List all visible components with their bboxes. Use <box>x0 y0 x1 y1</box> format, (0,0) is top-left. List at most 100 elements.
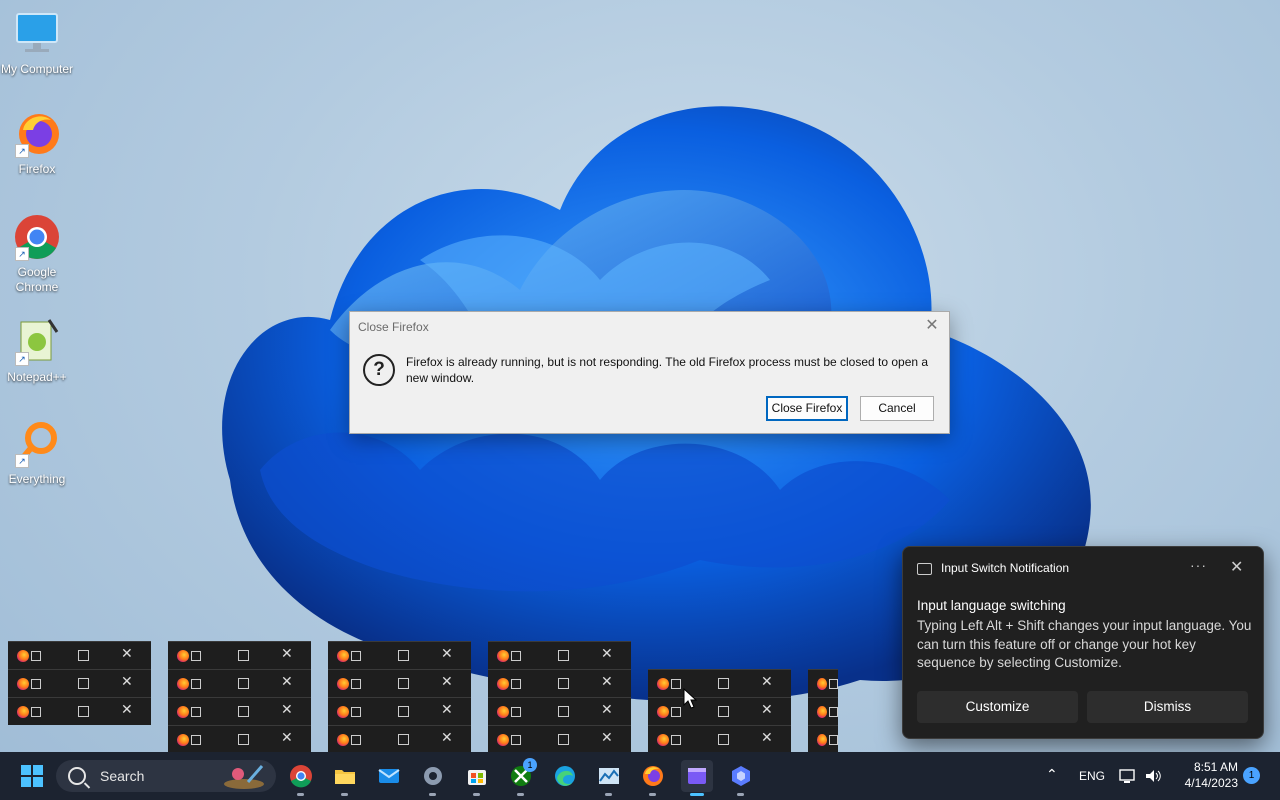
minimized-firefox-window[interactable]: ✕ <box>168 725 311 753</box>
minimized-firefox-window[interactable]: ✕ <box>8 641 151 669</box>
restore-icon[interactable] <box>511 650 521 661</box>
close-icon[interactable]: ✕ <box>761 701 773 718</box>
maximize-icon[interactable] <box>398 650 409 661</box>
maximize-icon[interactable] <box>558 706 569 717</box>
close-icon[interactable]: ✕ <box>441 729 453 746</box>
minimized-firefox-window[interactable]: ✕ <box>8 697 151 725</box>
maximize-icon[interactable] <box>238 734 249 745</box>
start-button[interactable] <box>16 760 48 792</box>
dialog-close-button[interactable]: ✕ <box>921 316 943 336</box>
restore-icon[interactable] <box>671 706 681 717</box>
maximize-icon[interactable] <box>718 706 729 717</box>
minimized-firefox-window[interactable] <box>808 697 838 725</box>
notification-center-badge[interactable]: 1 <box>1243 767 1260 784</box>
minimized-firefox-window[interactable]: ✕ <box>488 641 631 669</box>
taskbar-search[interactable]: Search <box>56 760 276 792</box>
taskbar-xbox[interactable]: 1 <box>505 758 537 796</box>
taskbar-settings[interactable] <box>417 760 449 796</box>
minimized-firefox-window[interactable]: ✕ <box>488 669 631 697</box>
maximize-icon[interactable] <box>558 678 569 689</box>
minimized-firefox-window[interactable]: ✕ <box>328 725 471 753</box>
taskbar-edge[interactable] <box>549 760 581 792</box>
minimized-firefox-window[interactable]: ✕ <box>328 697 471 725</box>
minimized-firefox-window[interactable]: ✕ <box>648 697 791 725</box>
close-icon[interactable]: ✕ <box>281 645 293 662</box>
restore-icon[interactable] <box>351 650 361 661</box>
taskbar-file-explorer[interactable] <box>329 760 361 796</box>
restore-icon[interactable] <box>31 706 41 717</box>
maximize-icon[interactable] <box>558 650 569 661</box>
taskbar-store[interactable] <box>461 760 493 796</box>
close-icon[interactable]: ✕ <box>281 701 293 718</box>
minimized-firefox-window[interactable]: ✕ <box>168 641 311 669</box>
minimized-firefox-window[interactable] <box>808 725 838 753</box>
desktop-icon-firefox[interactable]: ↗ Firefox <box>0 110 74 177</box>
desktop-icon-everything[interactable]: ↗ Everything <box>0 420 74 487</box>
close-icon[interactable]: ✕ <box>761 673 773 690</box>
restore-icon[interactable] <box>191 734 201 745</box>
notification-close-button[interactable]: ✕ <box>1230 557 1243 577</box>
taskbar-firefox[interactable] <box>637 760 669 796</box>
minimized-firefox-window[interactable]: ✕ <box>488 697 631 725</box>
close-icon[interactable]: ✕ <box>441 645 453 662</box>
taskbar-copilot[interactable] <box>725 760 757 796</box>
close-icon[interactable]: ✕ <box>761 729 773 746</box>
close-icon[interactable]: ✕ <box>121 673 133 690</box>
volume-icon[interactable] <box>1144 767 1162 785</box>
minimized-firefox-window[interactable]: ✕ <box>648 725 791 753</box>
minimized-firefox-window[interactable]: ✕ <box>328 669 471 697</box>
restore-icon[interactable] <box>31 650 41 661</box>
close-icon[interactable]: ✕ <box>601 701 613 718</box>
maximize-icon[interactable] <box>78 650 89 661</box>
restore-icon[interactable] <box>191 678 201 689</box>
taskbar-stocks[interactable] <box>593 760 625 796</box>
restore-icon[interactable] <box>351 706 361 717</box>
restore-icon[interactable] <box>511 706 521 717</box>
maximize-icon[interactable] <box>558 734 569 745</box>
minimized-firefox-window[interactable]: ✕ <box>648 669 791 697</box>
maximize-icon[interactable] <box>238 706 249 717</box>
chevron-up-icon[interactable]: ⌃ <box>1046 766 1058 783</box>
maximize-icon[interactable] <box>398 734 409 745</box>
network-icon[interactable] <box>1119 767 1137 785</box>
close-icon[interactable]: ✕ <box>441 673 453 690</box>
close-icon[interactable]: ✕ <box>281 729 293 746</box>
restore-icon[interactable] <box>31 678 41 689</box>
maximize-icon[interactable] <box>78 678 89 689</box>
maximize-icon[interactable] <box>238 678 249 689</box>
minimized-firefox-window[interactable]: ✕ <box>8 669 151 697</box>
close-icon[interactable]: ✕ <box>281 673 293 690</box>
restore-icon[interactable] <box>511 678 521 689</box>
maximize-icon[interactable] <box>398 678 409 689</box>
minimized-firefox-window[interactable] <box>808 669 838 697</box>
close-icon[interactable]: ✕ <box>601 673 613 690</box>
desktop-icon-google-chrome[interactable]: ↗ Google Chrome <box>0 213 74 295</box>
taskbar-mail[interactable] <box>373 760 405 792</box>
close-icon[interactable]: ✕ <box>601 729 613 746</box>
dismiss-button[interactable]: Dismiss <box>1087 691 1248 723</box>
restore-icon[interactable] <box>191 650 201 661</box>
restore-icon[interactable] <box>191 706 201 717</box>
maximize-icon[interactable] <box>718 734 729 745</box>
maximize-icon[interactable] <box>718 678 729 689</box>
close-icon[interactable]: ✕ <box>441 701 453 718</box>
minimized-firefox-window[interactable]: ✕ <box>168 697 311 725</box>
taskbar-clipchamp[interactable] <box>681 760 713 796</box>
restore-icon[interactable] <box>671 734 681 745</box>
restore-icon[interactable] <box>351 678 361 689</box>
close-firefox-button[interactable]: Close Firefox <box>766 396 848 421</box>
restore-icon[interactable] <box>829 706 838 717</box>
close-icon[interactable]: ✕ <box>601 645 613 662</box>
minimized-firefox-window[interactable]: ✕ <box>488 725 631 753</box>
system-clock[interactable]: 8:51 AM 4/14/2023 <box>1172 759 1238 791</box>
close-icon[interactable]: ✕ <box>121 645 133 662</box>
minimized-firefox-window[interactable]: ✕ <box>168 669 311 697</box>
maximize-icon[interactable] <box>398 706 409 717</box>
cancel-button[interactable]: Cancel <box>860 396 934 421</box>
desktop-icon-my-computer[interactable]: My Computer <box>0 10 74 77</box>
customize-button[interactable]: Customize <box>917 691 1078 723</box>
maximize-icon[interactable] <box>78 706 89 717</box>
restore-icon[interactable] <box>351 734 361 745</box>
close-icon[interactable]: ✕ <box>121 701 133 718</box>
restore-icon[interactable] <box>829 678 838 689</box>
